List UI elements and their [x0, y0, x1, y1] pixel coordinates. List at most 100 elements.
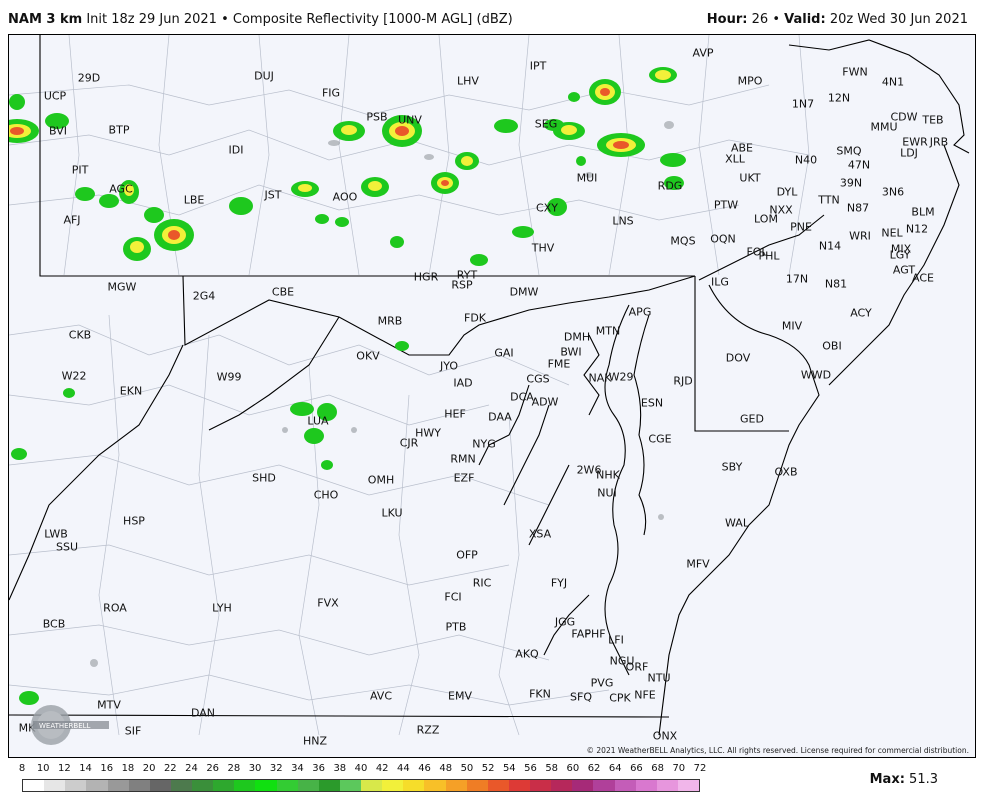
header: NAM 3 km Init 18z 29 Jun 2021 • Composit…	[0, 0, 984, 34]
station-label: IPT	[529, 59, 547, 73]
station-label: ACE	[912, 271, 934, 285]
colorbar-swatch	[382, 780, 404, 791]
colorbar-swatch	[677, 780, 699, 791]
title-left: NAM 3 km Init 18z 29 Jun 2021 • Composit…	[8, 12, 513, 27]
station-label: BVI	[49, 124, 67, 138]
station-label: DMW	[509, 285, 539, 299]
colorbar-swatch	[487, 780, 509, 791]
valid-time: 20z Wed 30 Jun 2021	[829, 12, 968, 27]
station-label: JST	[264, 188, 282, 202]
station-label: AVC	[369, 689, 393, 703]
colorbar-swatch	[255, 780, 277, 791]
station-label: N12	[905, 222, 929, 236]
colorbar-swatch	[656, 780, 678, 791]
station-label: AKQ	[515, 647, 539, 661]
station-label: ROA	[103, 601, 127, 615]
basemap	[9, 35, 970, 736]
station-label: GED	[740, 412, 764, 426]
station-label: FDK	[463, 311, 487, 325]
station-label: FYJ	[550, 576, 568, 590]
colorbar-tick-label: 30	[248, 763, 262, 774]
colorbar-swatch	[572, 780, 594, 791]
station-label: LFI	[608, 633, 624, 647]
station-label: 1N7	[791, 97, 815, 111]
station-label: JYO	[439, 359, 459, 373]
colorbar-scale	[22, 779, 700, 792]
colorbar-tick-label: 68	[651, 763, 664, 774]
colorbar-tick-label: 16	[100, 763, 114, 774]
station-label: HSP	[123, 514, 145, 528]
station-label: OFP	[456, 548, 478, 562]
product-name: Composite Reflectivity [1000-M AGL] (dBZ…	[232, 12, 513, 27]
colorbar-swatch	[635, 780, 657, 791]
station-label: ESN	[640, 396, 664, 410]
station-label: SFQ	[570, 690, 592, 704]
colorbar-tick-label: 20	[142, 763, 156, 774]
colorbar-tick-label: 32	[269, 763, 283, 774]
station-label: XLL	[725, 152, 745, 166]
station-label: OMH	[367, 473, 395, 487]
colorbar-swatch	[614, 780, 636, 791]
colorbar-swatch	[213, 780, 235, 791]
colorbar-swatch	[445, 780, 467, 791]
colorbar-tick-label: 48	[439, 763, 453, 774]
station-label: HNZ	[302, 734, 328, 748]
logo-graphic: WEATHERBELL	[31, 705, 109, 745]
bullet-separator: •	[772, 12, 785, 27]
colorbar-tick-label: 28	[227, 763, 241, 774]
colorbar-tick-label: 70	[672, 763, 686, 774]
station-label: LNS	[612, 214, 634, 228]
colorbar-tick-label: 72	[693, 763, 707, 774]
station-label: 12N	[827, 91, 851, 105]
station-label: ACY	[850, 306, 872, 320]
station-label: TTN	[818, 193, 840, 207]
station-label: DUJ	[254, 69, 274, 83]
colorbar-tick-label: 42	[375, 763, 389, 774]
station-label: MIV	[781, 319, 803, 333]
max-value: 51.3	[909, 772, 938, 787]
station-label: AGC	[109, 182, 133, 196]
station-label: AFJ	[63, 213, 81, 227]
station-label: CKB	[68, 328, 92, 342]
station-label: W29	[608, 370, 634, 384]
logo-text: WEATHERBELL	[39, 722, 91, 730]
station-label: UKT	[739, 171, 761, 185]
colorbar-swatch	[86, 780, 108, 791]
max-label: Max:	[869, 772, 905, 787]
colorbar-tick-label: 46	[418, 763, 431, 774]
station-label: 4N1	[881, 75, 905, 89]
model-name: NAM 3 km	[8, 12, 83, 27]
station-label: W22	[61, 369, 87, 383]
station-label: RMN	[450, 452, 476, 466]
weatherbell-logo: WEATHERBELL	[23, 701, 113, 745]
station-label: PHL	[758, 249, 780, 263]
station-label: CPK	[609, 691, 631, 705]
station-label: DCA	[510, 390, 534, 404]
valid-label: Valid:	[784, 12, 826, 27]
station-label: OQN	[710, 232, 736, 246]
station-label: FWN	[842, 65, 868, 79]
station-label: NUI	[597, 486, 617, 500]
station-label: CGE	[648, 432, 672, 446]
station-label: BLM	[911, 205, 935, 219]
station-label: BTP	[108, 123, 130, 137]
station-label: EZF	[453, 471, 475, 485]
station-label: BCB	[42, 617, 66, 631]
station-label: CGS	[526, 372, 550, 386]
station-label: WWD	[800, 368, 832, 382]
colorbar-swatch	[508, 780, 530, 791]
station-label: NYG	[472, 437, 496, 451]
station-label: FCI	[444, 590, 462, 604]
station-label: EMV	[448, 689, 472, 703]
station-label: DAN	[190, 706, 216, 720]
station-label: MFV	[686, 557, 710, 571]
colorbar-tick-label: 40	[354, 763, 368, 774]
colorbar-swatch	[65, 780, 87, 791]
map-panel: 29D DUJ LHV IPT AVP MPO FWN 4N1 UCP FIG 1N7 12N BVI B…	[8, 34, 976, 758]
station-label: NEL	[881, 226, 903, 240]
station-label: CJR	[399, 436, 419, 450]
station-label: MQS	[670, 234, 696, 248]
station-label: MPO	[737, 74, 763, 88]
station-label: 39N	[839, 176, 863, 190]
station-label: WRI	[849, 229, 871, 243]
